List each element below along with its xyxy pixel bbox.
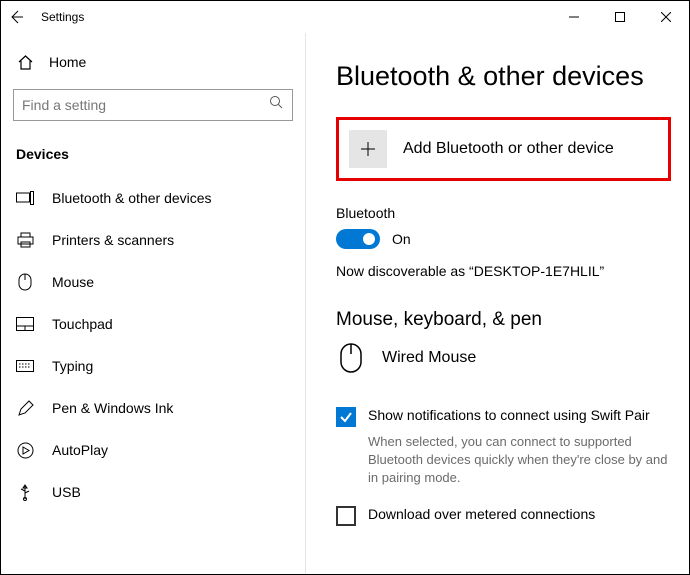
touchpad-icon: [16, 315, 34, 333]
swift-pair-label: Show notifications to connect using Swif…: [368, 407, 650, 423]
nav-label: Bluetooth & other devices: [52, 190, 212, 206]
keyboard-icon: [16, 357, 34, 375]
mouse-icon: [336, 339, 366, 377]
bluetooth-toggle[interactable]: [336, 229, 380, 249]
sidebar-item-touchpad[interactable]: Touchpad: [1, 303, 305, 345]
metered-checkbox[interactable]: [336, 506, 356, 526]
sidebar-home-label: Home: [49, 54, 86, 70]
devices-icon: [16, 189, 34, 207]
window-title: Settings: [31, 10, 84, 24]
usb-icon: [16, 483, 34, 501]
add-device-label: Add Bluetooth or other device: [403, 140, 614, 158]
section-mouse-keyboard: Mouse, keyboard, & pen: [336, 309, 671, 331]
metered-label: Download over metered connections: [368, 506, 595, 522]
autoplay-icon: [16, 441, 34, 459]
maximize-button[interactable]: [597, 1, 643, 33]
sidebar: Home Devices Bluetooth & other devices P…: [1, 33, 306, 574]
printer-icon: [16, 231, 34, 249]
nav-label: Pen & Windows Ink: [52, 400, 173, 416]
nav-label: USB: [52, 484, 81, 500]
home-icon: [16, 53, 34, 71]
pen-icon: [16, 399, 34, 417]
sidebar-home[interactable]: Home: [1, 43, 305, 81]
close-button[interactable]: [643, 1, 689, 33]
bluetooth-label: Bluetooth: [336, 205, 671, 221]
mouse-icon: [16, 273, 34, 291]
bluetooth-state: On: [392, 231, 411, 247]
sidebar-item-autoplay[interactable]: AutoPlay: [1, 429, 305, 471]
sidebar-item-typing[interactable]: Typing: [1, 345, 305, 387]
nav-label: Printers & scanners: [52, 232, 174, 248]
sidebar-item-mouse[interactable]: Mouse: [1, 261, 305, 303]
nav-label: AutoPlay: [52, 442, 108, 458]
nav-label: Mouse: [52, 274, 94, 290]
main-panel: Bluetooth & other devices Add Bluetooth …: [306, 33, 689, 574]
search-input[interactable]: [22, 97, 269, 113]
back-button[interactable]: [1, 1, 31, 33]
device-name: Wired Mouse: [382, 349, 476, 367]
swift-pair-help: When selected, you can connect to suppor…: [368, 433, 671, 488]
sidebar-item-pen[interactable]: Pen & Windows Ink: [1, 387, 305, 429]
sidebar-category: Devices: [1, 136, 305, 177]
sidebar-item-bluetooth[interactable]: Bluetooth & other devices: [1, 177, 305, 219]
minimize-button[interactable]: [551, 1, 597, 33]
search-input-wrap[interactable]: [13, 89, 293, 121]
sidebar-item-printers[interactable]: Printers & scanners: [1, 219, 305, 261]
discoverable-text: Now discoverable as “DESKTOP-1E7HLIL”: [336, 263, 671, 279]
nav-label: Touchpad: [52, 316, 113, 332]
add-device-button[interactable]: Add Bluetooth or other device: [336, 117, 671, 181]
nav-label: Typing: [52, 358, 93, 374]
search-icon: [269, 95, 284, 115]
page-title: Bluetooth & other devices: [336, 61, 671, 92]
swift-pair-checkbox[interactable]: [336, 407, 356, 427]
plus-icon: [349, 130, 387, 168]
sidebar-item-usb[interactable]: USB: [1, 471, 305, 513]
device-wired-mouse[interactable]: Wired Mouse: [336, 339, 671, 377]
